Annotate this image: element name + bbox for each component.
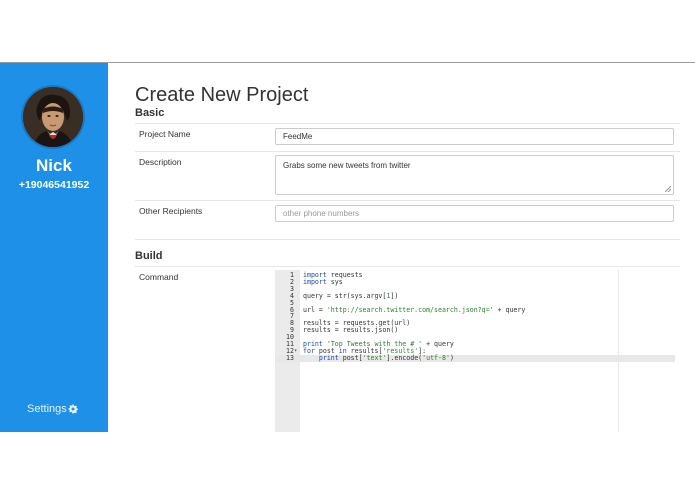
- user-phone: +19046541952: [18, 179, 90, 191]
- line-number: 13: [286, 353, 294, 362]
- code-text: print post['text'].encode('utf-8'): [318, 353, 454, 362]
- code-line[interactable]: 9 results = results.json(): [275, 327, 675, 334]
- user-name: Nick: [36, 156, 72, 175]
- command-label: Command: [139, 272, 179, 282]
- section-title-basic: Basic: [135, 107, 165, 119]
- code-line[interactable]: 4 query = str(sys.argv[1]): [275, 291, 675, 300]
- divider: [135, 266, 680, 267]
- other-recipients-input[interactable]: other phone numbers: [275, 205, 674, 222]
- avatar-portrait: [23, 87, 83, 147]
- sidebar: Nick +19046541952 Settings: [0, 63, 108, 432]
- fold-toggle-icon[interactable]: ▾: [294, 348, 297, 355]
- project-name-label: Project Name: [139, 129, 191, 139]
- divider: [135, 239, 680, 240]
- code-line[interactable]: 13 print post['text'].encode('utf-8'): [275, 353, 675, 362]
- code-text: results = results.json(): [303, 326, 399, 335]
- section-title-build: Build: [135, 250, 163, 262]
- code-text: url = 'http://search.twitter.com/search.…: [303, 305, 526, 314]
- code-line[interactable]: 6 url = 'http://search.twitter.com/search…: [275, 305, 675, 314]
- settings-label: Settings: [27, 403, 67, 415]
- code-line[interactable]: 2 import sys: [275, 277, 675, 286]
- gear-icon: [68, 404, 78, 414]
- code-editor[interactable]: 1 import requests 2 import sys 3 4 query = str…: [275, 270, 675, 432]
- resize-handle[interactable]: [665, 186, 671, 192]
- code-text: query = str(sys.argv[1]): [303, 291, 399, 300]
- avatar[interactable]: [23, 87, 83, 147]
- description-text: Grabs some new tweets from twitter: [283, 161, 411, 170]
- description-label: Description: [139, 157, 182, 167]
- settings-link[interactable]: Settings: [27, 403, 78, 415]
- divider: [135, 200, 680, 201]
- project-name-input[interactable]: FeedMe: [275, 128, 674, 145]
- description-textarea[interactable]: Grabs some new tweets from twitter: [275, 155, 674, 195]
- main-content: Create New Project Basic Project Name Fe…: [135, 63, 680, 432]
- divider: [135, 123, 680, 124]
- divider: [135, 151, 680, 152]
- page-title: Create New Project: [135, 84, 309, 107]
- code-text: import sys: [303, 277, 343, 286]
- other-recipients-label: Other Recipients: [139, 206, 203, 216]
